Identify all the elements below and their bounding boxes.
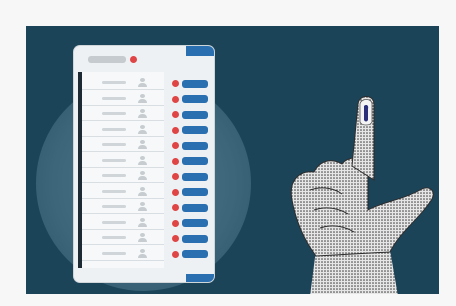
candidate-name-line — [102, 158, 126, 162]
indicator-light — [172, 219, 179, 227]
person-icon-head — [140, 124, 145, 129]
person-icon-head — [140, 202, 145, 206]
vote-button — [182, 157, 208, 165]
vote-button — [182, 110, 208, 119]
ballot-row — [82, 154, 164, 168]
candidate-name-line — [102, 236, 126, 239]
person-icon — [138, 233, 147, 242]
indicator-light — [172, 95, 179, 103]
indicator-light — [172, 188, 179, 196]
person-icon — [138, 109, 147, 118]
vote-button — [182, 172, 208, 181]
person-icon — [138, 186, 147, 196]
ballot-row — [82, 76, 164, 90]
person-icon-head — [140, 140, 145, 144]
ballot-row — [82, 138, 164, 152]
ink-mark-icon — [364, 105, 369, 122]
candidate-name-line — [102, 251, 126, 255]
person-icon-body — [138, 176, 147, 180]
person-icon — [138, 140, 147, 149]
person-icon-head — [140, 78, 145, 82]
indicator-light — [172, 126, 179, 134]
person-icon-head — [140, 109, 145, 113]
person-icon-body — [138, 160, 147, 165]
ballot-row — [82, 169, 164, 183]
person-icon-body — [138, 238, 147, 242]
ballot-row — [82, 107, 164, 121]
vote-button — [182, 79, 208, 88]
indicator-light — [172, 235, 179, 242]
candidate-name-line — [102, 174, 126, 177]
ballot-row — [82, 123, 164, 137]
person-icon-head — [140, 155, 145, 160]
person-icon-body — [138, 129, 147, 134]
person-icon — [138, 202, 147, 211]
candidate-name-line — [102, 220, 126, 224]
ballot-row — [82, 247, 164, 261]
inked-finger-hand — [290, 96, 434, 294]
vote-button — [182, 219, 208, 227]
machine-bottom-tab — [186, 274, 214, 282]
ballot-row — [82, 185, 164, 199]
ballot-row — [82, 216, 164, 230]
person-icon — [138, 248, 147, 258]
person-icon — [138, 155, 147, 165]
person-icon-head — [140, 171, 145, 175]
ballot-sheet — [78, 72, 164, 268]
indicator-light — [172, 204, 179, 211]
indicator-light — [172, 80, 179, 87]
candidate-name-line — [102, 127, 126, 131]
wrist — [310, 250, 398, 294]
person-icon-body — [138, 145, 147, 149]
person-icon-head — [140, 93, 145, 98]
vote-button — [182, 141, 208, 150]
machine-indicator-light — [130, 56, 137, 63]
voting-machine — [74, 46, 214, 282]
vote-button — [182, 126, 208, 134]
indicator-light — [172, 173, 179, 180]
person-icon-head — [140, 217, 145, 222]
vote-button — [182, 188, 208, 196]
illustration-panel — [26, 26, 439, 294]
indicator-light — [172, 250, 179, 258]
candidate-name-line — [102, 205, 126, 208]
person-icon-body — [138, 222, 147, 227]
image-frame — [0, 0, 456, 306]
person-icon-body — [138, 114, 147, 118]
vote-button — [182, 95, 208, 103]
indicator-light — [172, 111, 179, 118]
person-icon-body — [138, 207, 147, 211]
person-icon — [138, 217, 147, 227]
vote-button — [182, 234, 208, 243]
candidate-name-line — [102, 112, 126, 115]
person-icon-body — [138, 98, 147, 103]
machine-display — [88, 56, 126, 63]
person-icon — [138, 171, 147, 180]
indicator-light — [172, 142, 179, 149]
candidate-name-line — [102, 143, 126, 146]
vote-button — [182, 203, 208, 212]
vote-button — [182, 250, 208, 258]
ballot-row — [82, 200, 164, 214]
person-icon-head — [140, 186, 145, 191]
person-icon-head — [140, 248, 145, 253]
person-icon-body — [138, 191, 147, 196]
person-icon-body — [138, 253, 147, 258]
ballot-row — [82, 231, 164, 245]
candidate-name-line — [102, 96, 126, 100]
person-icon-body — [138, 83, 147, 87]
person-icon — [138, 124, 147, 134]
candidate-name-line — [102, 81, 126, 84]
ballot-row — [82, 92, 164, 106]
machine-top-tab — [186, 46, 214, 56]
person-icon — [138, 78, 147, 87]
candidate-name-line — [102, 189, 126, 193]
person-icon-head — [140, 233, 145, 237]
indicator-light — [172, 157, 179, 165]
person-icon — [138, 93, 147, 103]
